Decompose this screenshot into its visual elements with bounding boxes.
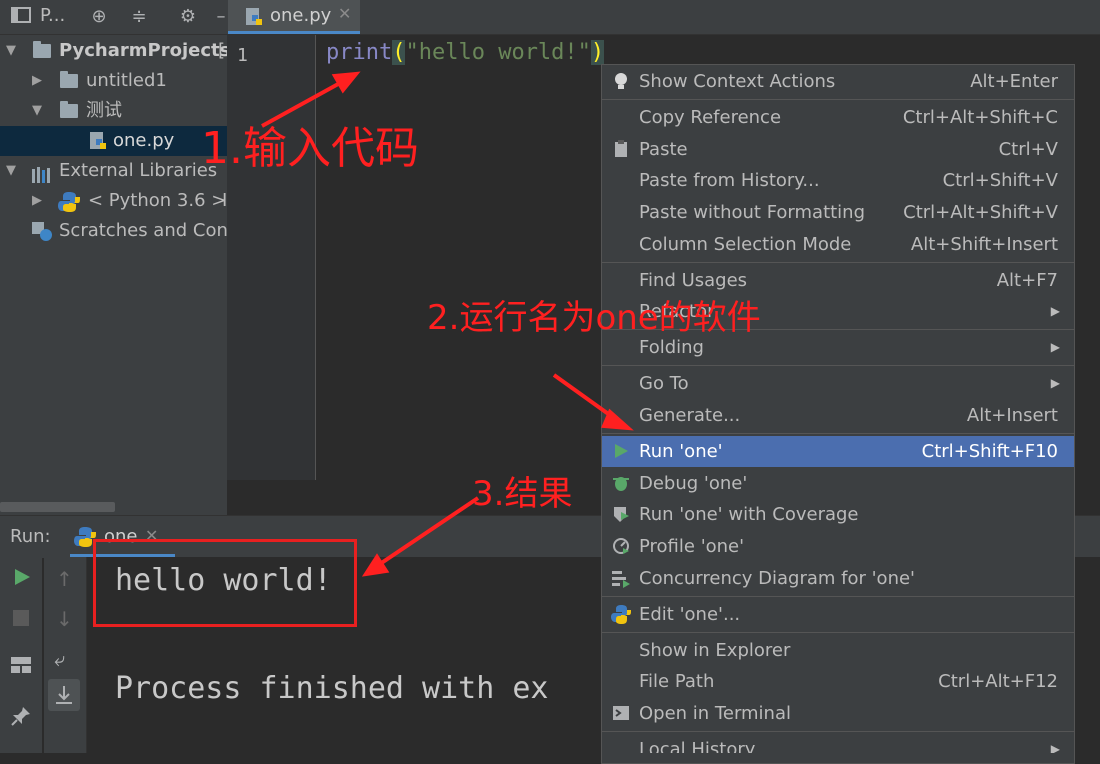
arrow-head [331,71,361,94]
annotation-arrows [261,71,634,577]
